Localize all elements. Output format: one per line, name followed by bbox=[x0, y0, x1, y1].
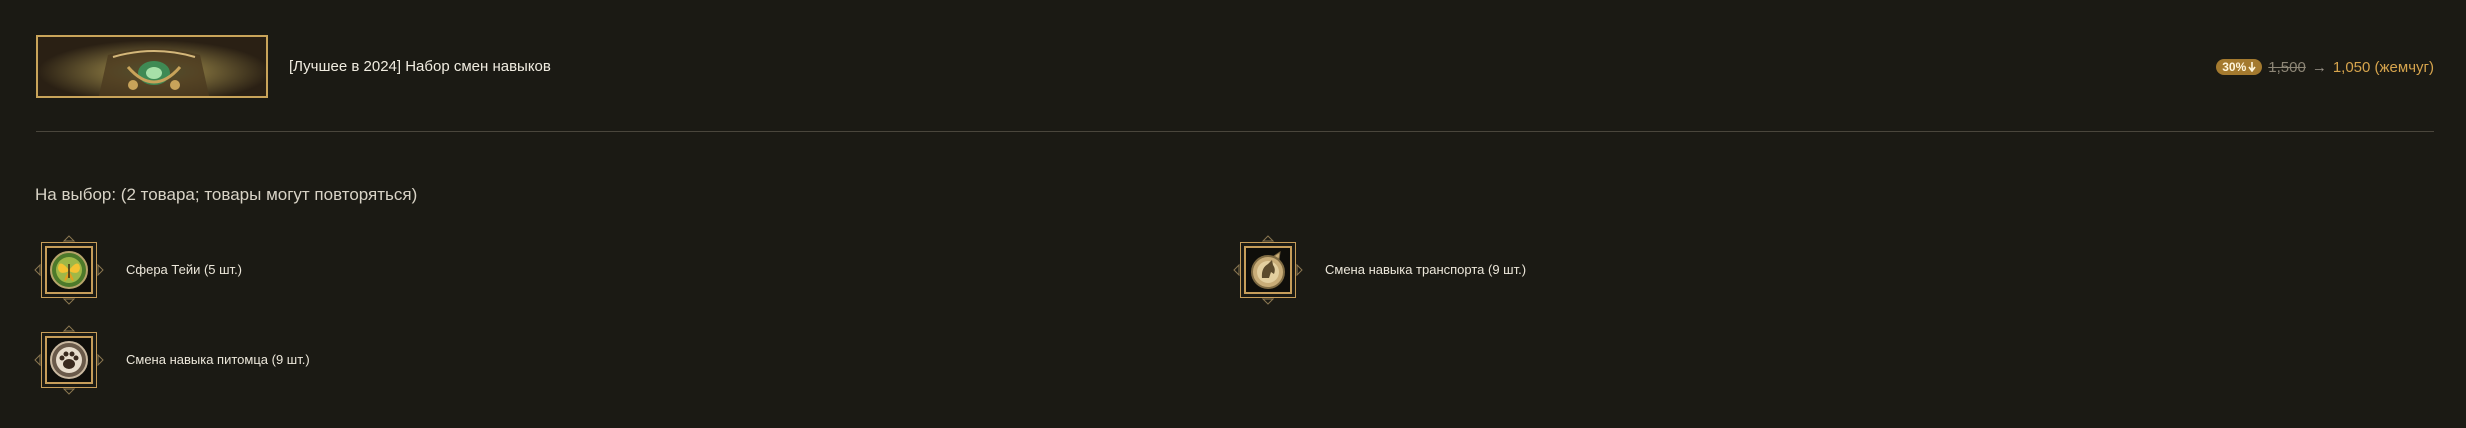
reward-option-teya-orb[interactable]: Сфера Тейи (5 шт.) bbox=[34, 235, 434, 305]
horse-skill-icon bbox=[1251, 250, 1285, 289]
new-price: 1,050 (жемчуг) bbox=[2332, 58, 2434, 76]
butterfly-orb-icon bbox=[50, 251, 88, 289]
product-title: [Лучшее в 2024] Набор смен навыков bbox=[289, 58, 551, 75]
reward-label: Смена навыка питомца (9 шт.) bbox=[126, 352, 310, 367]
reward-label: Смена навыка транспорта (9 шт.) bbox=[1325, 262, 1527, 277]
reward-label: Сфера Тейи (5 шт.) bbox=[126, 262, 243, 277]
reward-option-pet-skill[interactable]: Смена навыка питомца (9 шт.) bbox=[34, 325, 434, 395]
paw-skill-icon bbox=[50, 341, 88, 379]
old-price: 1,500 bbox=[2268, 58, 2306, 76]
product-banner[interactable] bbox=[36, 35, 268, 98]
price-arrow: → bbox=[2311, 58, 2327, 76]
down-arrow-icon bbox=[2248, 62, 2256, 72]
price-block: 30% 1,500 → 1,050 (жемчуг) bbox=[2216, 58, 2434, 76]
discount-badge: 30% bbox=[2216, 59, 2263, 75]
item-slot bbox=[34, 325, 104, 395]
choice-heading: На выбор: (2 товара; товары могут повтор… bbox=[35, 185, 418, 204]
reward-option-mount-skill[interactable]: Смена навыка транспорта (9 шт.) bbox=[1233, 235, 1653, 305]
item-slot bbox=[1233, 235, 1303, 305]
divider bbox=[36, 131, 2434, 132]
treasure-chest-image bbox=[38, 37, 266, 96]
item-slot bbox=[34, 235, 104, 305]
discount-value: 30% bbox=[2222, 60, 2247, 74]
